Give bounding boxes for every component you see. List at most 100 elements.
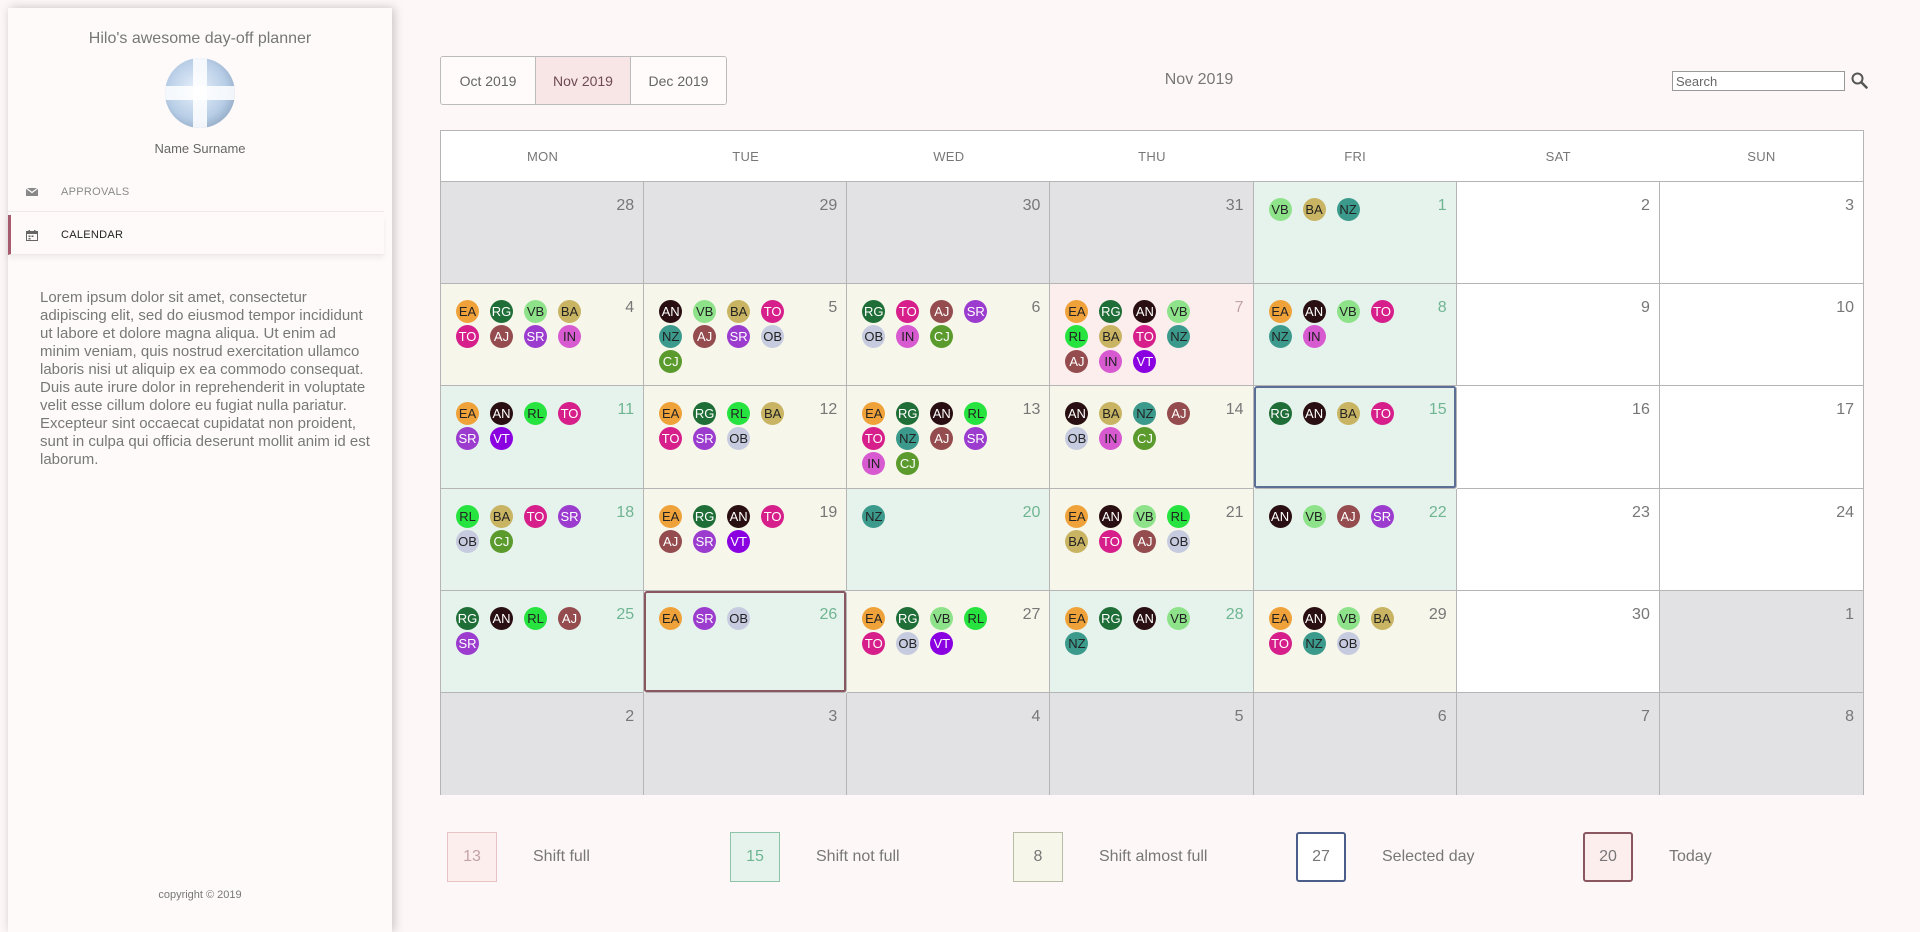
person-badge[interactable]: AN [930, 402, 954, 426]
calendar-day[interactable]: RG TO AJ SR OB IN CJ 6 [847, 284, 1051, 387]
person-badge[interactable]: AJ [1065, 350, 1089, 374]
person-badge[interactable]: SR [964, 427, 988, 451]
calendar-day[interactable]: AN VB BA TO NZ AJ SR OB CJ 5 [644, 284, 848, 387]
calendar-day[interactable]: 30 [847, 182, 1051, 285]
person-badge[interactable]: BA [761, 402, 785, 426]
person-badge[interactable]: OB [727, 606, 751, 630]
person-badge[interactable]: AN [1099, 504, 1123, 528]
nav-item-calendar[interactable]: CALENDAR [8, 215, 384, 255]
calendar-day[interactable]: VB BA NZ 1 [1253, 182, 1457, 285]
person-badge[interactable]: AJ [1167, 402, 1191, 426]
person-badge[interactable]: NZ [862, 504, 886, 528]
person-badge[interactable]: RG [1099, 300, 1123, 324]
person-badge[interactable]: VB [1336, 606, 1360, 630]
person-badge[interactable]: EA [659, 606, 683, 630]
calendar-day[interactable]: EA AN VB TO NZ IN 8 [1253, 284, 1457, 387]
person-badge[interactable]: IN [558, 325, 581, 349]
person-badge[interactable]: OB [1167, 529, 1191, 553]
calendar-day[interactable]: 1 [1659, 590, 1863, 693]
person-badge[interactable]: EA [456, 402, 479, 426]
calendar-day[interactable]: 3 [1659, 182, 1863, 285]
person-badge[interactable]: CJ [490, 529, 513, 553]
person-badge[interactable]: TO [1133, 325, 1157, 349]
person-badge[interactable]: RG [862, 300, 886, 324]
calendar-day[interactable]: 28 [441, 182, 645, 285]
person-badge[interactable]: RG [1099, 606, 1123, 630]
person-badge[interactable]: SR [693, 427, 717, 451]
person-badge[interactable]: BA [1065, 529, 1089, 553]
person-badge[interactable]: BA [1302, 198, 1326, 221]
person-badge[interactable]: CJ [1133, 427, 1157, 451]
calendar-day[interactable]: EA RG VB BA TO AJ SR IN 4 [441, 284, 645, 387]
person-badge[interactable]: RG [896, 402, 920, 426]
person-badge[interactable]: CJ [659, 350, 683, 374]
person-badge[interactable]: AJ [1336, 504, 1360, 528]
person-badge[interactable]: AN [1133, 300, 1157, 324]
person-badge[interactable]: BA [1370, 606, 1394, 630]
person-badge[interactable]: TO [862, 631, 886, 655]
person-badge[interactable]: TO [1370, 300, 1394, 324]
person-badge[interactable]: IN [1302, 325, 1326, 349]
person-badge[interactable]: AJ [693, 325, 717, 349]
person-badge[interactable]: RL [964, 606, 988, 630]
person-badge[interactable]: TO [761, 504, 785, 528]
calendar-day[interactable]: EA RG AN VB RL BA TO NZ AJ IN VT 7 [1050, 284, 1254, 387]
person-badge[interactable]: NZ [1302, 631, 1326, 655]
calendar-day[interactable]: EA RG AN TO AJ SR VT 19 [644, 488, 848, 591]
person-badge[interactable]: OB [862, 325, 886, 349]
person-badge[interactable]: SR [524, 325, 547, 349]
search-icon[interactable] [1851, 72, 1868, 89]
person-badge[interactable]: VT [930, 631, 954, 655]
tab-nov-2019[interactable]: Nov 2019 [536, 57, 631, 104]
person-badge[interactable]: RG [693, 504, 717, 528]
person-badge[interactable]: VB [1167, 300, 1191, 324]
person-badge[interactable]: NZ [1336, 198, 1360, 221]
calendar-day[interactable]: EA RG AN VB NZ 28 [1050, 590, 1254, 693]
person-badge[interactable]: VB [930, 606, 954, 630]
person-badge[interactable]: AJ [930, 300, 954, 324]
person-badge[interactable]: VB [524, 300, 547, 324]
person-badge[interactable]: AJ [659, 529, 683, 553]
person-badge[interactable]: RG [490, 300, 513, 324]
person-badge[interactable]: CJ [930, 325, 954, 349]
person-badge[interactable]: EA [1065, 606, 1089, 630]
person-badge[interactable]: AJ [930, 427, 954, 451]
person-badge[interactable]: AN [659, 300, 683, 324]
calendar-day[interactable]: 10 [1659, 284, 1863, 387]
calendar-day[interactable]: RG AN RL AJ SR 25 [441, 590, 645, 693]
person-badge[interactable]: VB [1302, 504, 1326, 528]
calendar-day[interactable]: 29 [644, 182, 848, 285]
person-badge[interactable]: TO [1268, 631, 1292, 655]
calendar-day[interactable]: 9 [1456, 284, 1660, 387]
person-badge[interactable]: AJ [1133, 529, 1157, 553]
person-badge[interactable]: RL [524, 402, 547, 426]
person-badge[interactable]: RL [1065, 325, 1089, 349]
person-badge[interactable]: RL [1167, 504, 1191, 528]
calendar-day[interactable]: 17 [1659, 386, 1863, 489]
person-badge[interactable]: BA [1336, 402, 1360, 426]
person-badge[interactable]: AN [727, 504, 751, 528]
person-badge[interactable]: EA [1268, 606, 1292, 630]
person-badge[interactable]: SR [727, 325, 751, 349]
person-badge[interactable]: VB [1167, 606, 1191, 630]
person-badge[interactable]: SR [1370, 504, 1394, 528]
person-badge[interactable]: SR [693, 606, 717, 630]
person-badge[interactable]: AJ [490, 325, 513, 349]
person-badge[interactable]: OB [1065, 427, 1089, 451]
calendar-day[interactable]: AN BA NZ AJ OB IN CJ 14 [1050, 386, 1254, 489]
person-badge[interactable]: VB [693, 300, 717, 324]
person-badge[interactable]: SR [693, 529, 717, 553]
person-badge[interactable]: NZ [1268, 325, 1292, 349]
person-badge[interactable]: BA [1099, 402, 1123, 426]
calendar-day[interactable]: 16 [1456, 386, 1660, 489]
person-badge[interactable]: RL [524, 606, 547, 630]
person-badge[interactable]: RG [1268, 402, 1292, 426]
calendar-day[interactable]: 24 [1659, 489, 1863, 591]
person-badge[interactable]: SR [456, 631, 479, 655]
calendar-day[interactable]: 5 [1050, 692, 1254, 796]
person-badge[interactable]: IN [1099, 427, 1123, 451]
person-badge[interactable]: TO [862, 427, 886, 451]
person-badge[interactable]: IN [862, 452, 886, 476]
person-badge[interactable]: OB [1336, 631, 1360, 655]
person-badge[interactable]: EA [659, 402, 683, 426]
